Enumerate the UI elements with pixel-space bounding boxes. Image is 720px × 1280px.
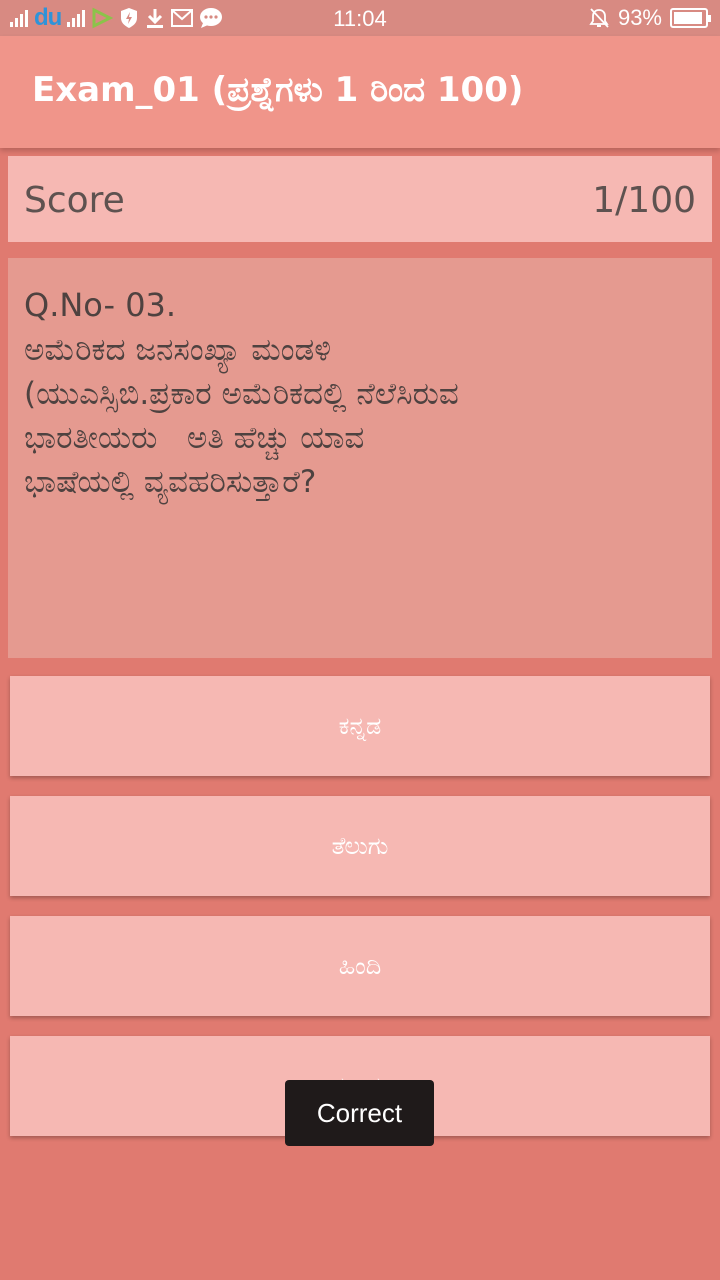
option-button-3[interactable]: ಹಿಂದಿ: [10, 916, 710, 1016]
question-card: Q.No- 03. ಅಮೆರಿಕದ ಜನಸಂಖ್ಯಾ ಮಂಡಳಿ (ಯುಎಸ್ಸ…: [8, 258, 712, 658]
battery-icon: [670, 8, 711, 28]
battery-percent: 93%: [617, 5, 662, 30]
status-right: 93%: [588, 4, 711, 32]
score-label: Score: [24, 180, 125, 221]
option-button-1[interactable]: ಕನ್ನಡ: [10, 676, 710, 776]
app-bar: Exam_01 (ಪ್ರಶ್ನೆಗಳು 1 ರಿಂದ 100): [0, 36, 720, 148]
silent-bell-icon: [588, 5, 610, 31]
score-value: 1/100: [592, 180, 696, 221]
toast-message: Correct: [285, 1080, 434, 1146]
question-number: Q.No- 03.: [24, 286, 177, 324]
option-button-2[interactable]: ತೆಲುಗು: [10, 796, 710, 896]
question-text: ಅಮೆರಿಕದ ಜನಸಂಖ್ಯಾ ಮಂಡಳಿ (ಯುಎಸ್ಸಿಬಿ.ಪ್ರಕಾರ…: [24, 332, 459, 500]
score-card: Score 1/100: [8, 156, 712, 242]
status-bar: du 11:04 93%: [0, 0, 720, 36]
page-title: Exam_01 (ಪ್ರಶ್ನೆಗಳು 1 ರಿಂದ 100): [32, 70, 524, 110]
battery-fill: [674, 12, 702, 24]
